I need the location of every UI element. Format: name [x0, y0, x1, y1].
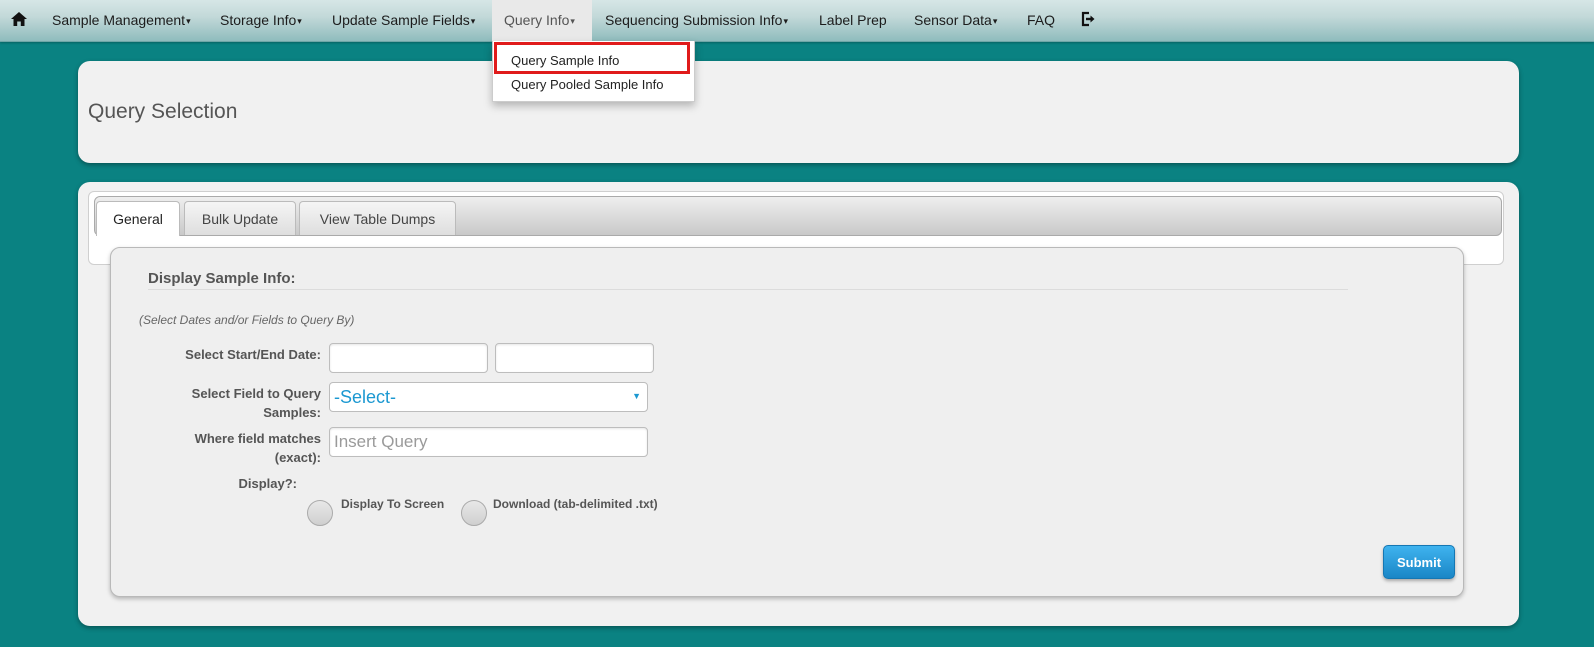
display-to-screen-radio[interactable] [307, 500, 333, 526]
select-value: -Select- [334, 387, 397, 407]
date-label: Select Start/End Date: [185, 347, 321, 362]
nav-sequencing-submission-info[interactable]: Sequencing Submission Info▾ [605, 0, 788, 41]
field-label: Select Field to Query Samples: [191, 386, 321, 420]
caret-down-icon: ▾ [992, 16, 998, 26]
section-divider [148, 289, 1348, 290]
nav-query-info[interactable]: Query Info▾ [492, 0, 592, 41]
nav-label-prep[interactable]: Label Prep [819, 0, 887, 41]
top-navbar: Sample Management▾ Storage Info▾ Update … [0, 0, 1594, 42]
section-title: Display Sample Info: [148, 270, 296, 287]
query-form-panel: Display Sample Info: (Select Dates and/o… [110, 247, 1464, 597]
caret-down-icon: ▾ [783, 16, 788, 26]
start-date-input[interactable] [329, 343, 488, 373]
main-panel: General Bulk Update View Table Dumps Dis… [78, 182, 1519, 626]
download-label: Download (tab-delimited .txt) [493, 497, 658, 511]
caret-down-icon: ▾ [297, 16, 302, 26]
nav-update-sample-fields[interactable]: Update Sample Fields▾ [332, 0, 475, 41]
submit-button[interactable]: Submit [1383, 545, 1455, 579]
download-radio[interactable] [461, 500, 487, 526]
caret-down-icon: ▾ [570, 16, 575, 26]
display-label: Display?: [238, 476, 297, 491]
match-label: Where field matches (exact): [194, 431, 321, 465]
caret-down-icon: ▾ [186, 16, 191, 26]
query-input[interactable] [329, 427, 648, 457]
nav-sensor-data[interactable]: Sensor Data▾ [914, 0, 997, 41]
tab-bar: General Bulk Update View Table Dumps [94, 196, 1502, 236]
field-select[interactable]: -Select- ▼ [329, 382, 648, 412]
chevron-down-icon: ▼ [632, 391, 641, 401]
header-panel: Query Selection [78, 61, 1519, 163]
home-icon[interactable] [11, 12, 27, 26]
end-date-input[interactable] [495, 343, 654, 373]
nav-sample-management[interactable]: Sample Management▾ [52, 0, 191, 41]
menu-item-query-pooled-sample-info[interactable]: Query Pooled Sample Info [511, 77, 663, 92]
nav-storage-info[interactable]: Storage Info▾ [220, 0, 302, 41]
tab-general[interactable]: General [96, 201, 180, 236]
page-title: Query Selection [88, 100, 238, 123]
tab-view-table-dumps[interactable]: View Table Dumps [299, 201, 456, 235]
tab-bulk-update[interactable]: Bulk Update [184, 201, 296, 235]
form-hint: (Select Dates and/or Fields to Query By) [139, 313, 355, 327]
highlight-box [494, 42, 690, 74]
caret-down-icon: ▾ [470, 16, 476, 26]
logout-icon[interactable] [1080, 11, 1096, 27]
display-to-screen-label: Display To Screen [341, 497, 445, 511]
nav-faq[interactable]: FAQ [1027, 0, 1055, 41]
